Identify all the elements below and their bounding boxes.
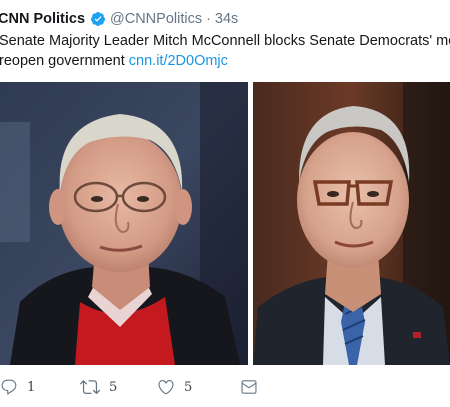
photo-left[interactable] — [0, 82, 248, 365]
envelope-icon — [240, 378, 258, 396]
tweet-card: CNN Politics @CNNPolitics · 34s Senate M… — [0, 0, 450, 407]
retweet-button[interactable]: 5 — [80, 372, 117, 402]
verified-badge-icon — [90, 11, 106, 27]
direct-message-button[interactable] — [240, 372, 258, 402]
handle[interactable]: @CNNPolitics — [110, 11, 202, 27]
tweet-header: CNN Politics @CNNPolitics · 34s — [0, 9, 238, 29]
tweet-text-line-2-prefix: reopen government — [0, 52, 129, 69]
tweet-media[interactable] — [0, 82, 450, 365]
tweet-text-line-2: reopen government cnn.it/2D0Omjc — [0, 52, 450, 72]
display-name[interactable]: CNN Politics — [0, 11, 85, 27]
reply-button[interactable]: 1 — [0, 372, 35, 402]
tweet-text: Senate Majority Leader Mitch McConnell b… — [0, 32, 450, 71]
photo-right[interactable] — [253, 82, 450, 365]
article-link[interactable]: cnn.it/2D0Omjc — [129, 53, 228, 69]
reply-count: 1 — [27, 379, 36, 395]
like-count: 5 — [184, 379, 193, 395]
retweet-count: 5 — [109, 379, 118, 395]
tweet-actions: 1 5 5 — [0, 372, 450, 402]
like-button[interactable]: 5 — [157, 372, 192, 402]
reply-icon — [0, 378, 18, 396]
heart-icon — [157, 378, 175, 396]
separator-dot: · — [206, 11, 211, 27]
tweet-text-line-1: Senate Majority Leader Mitch McConnell b… — [0, 33, 450, 49]
timestamp[interactable]: 34s — [215, 11, 238, 27]
retweet-icon — [80, 377, 100, 397]
